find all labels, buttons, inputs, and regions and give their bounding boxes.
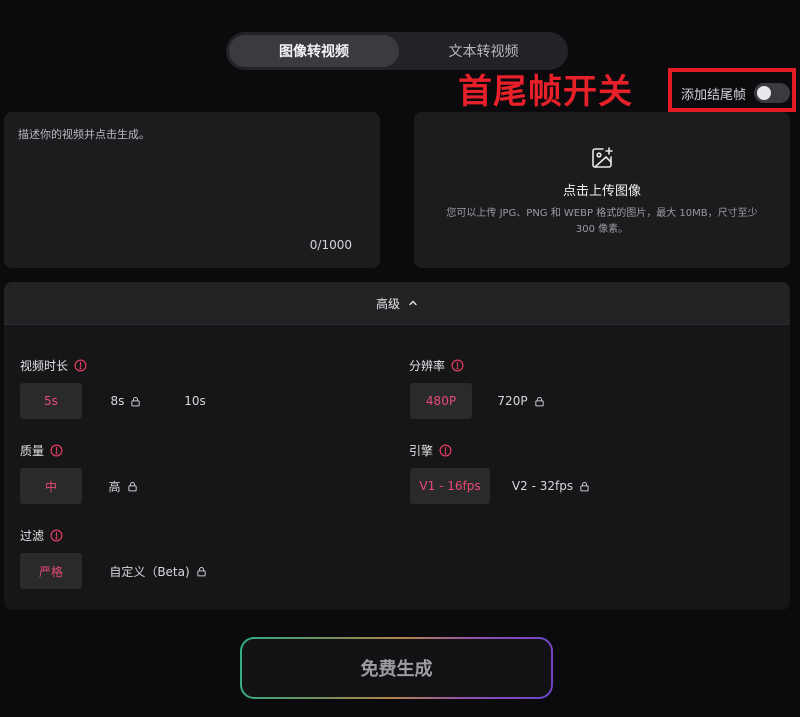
option-label: 8s [110,394,125,408]
option-filter-custom[interactable]: 自定义（Beta) [98,553,218,589]
annotation-text: 首尾帧开关 [458,72,633,112]
upload-title: 点击上传图像 [562,184,641,199]
info-icon[interactable] [50,444,63,457]
duration-section: 视频时长 [20,357,87,374]
info-icon[interactable] [74,359,87,372]
char-counter: 0/1000 [309,238,352,252]
advanced-panel: 视频时长 5s 8s 10s 分辨率 480P 720P 质量 中 高 引擎 V… [4,324,790,610]
option-label: 720P [497,394,528,408]
option-engine-v2[interactable]: V2 - 32fps [506,468,596,504]
option-label: 5s [44,394,58,408]
info-icon[interactable] [439,444,452,457]
engine-label: 引擎 [409,444,434,458]
option-resolution-480p[interactable]: 480P [410,383,472,419]
option-duration-5s[interactable]: 5s [20,383,82,419]
chevron-up-icon [409,300,417,306]
tab-image-to-video[interactable]: 图像转视频 [229,35,399,67]
advanced-toggle[interactable]: 高级 [4,282,790,324]
quality-label: 质量 [20,444,45,458]
option-duration-8s[interactable]: 8s [98,383,154,419]
option-label: 480P [425,394,457,408]
lock-icon [131,396,141,406]
lock-icon [197,566,206,576]
engine-section: 引擎 [409,442,452,459]
option-label: 中 [44,479,57,494]
filter-section: 过滤 [20,527,63,544]
end-frame-label: 添加结尾帧 [681,88,747,103]
option-engine-v1[interactable]: V1 - 16fps [410,468,490,504]
generate-button[interactable]: 免费生成 [240,637,553,699]
lock-icon [534,396,544,406]
option-duration-10s[interactable]: 10s [170,383,220,419]
lock-icon [127,481,137,491]
advanced-title: 高级 [375,296,400,311]
upload-card[interactable]: 点击上传图像 您可以上传 JPG、PNG 和 WEBP 格式的图片，最大 10M… [414,112,790,268]
info-icon[interactable] [50,529,63,542]
quality-section: 质量 [20,442,63,459]
prompt-card: 0/1000 [4,112,380,268]
option-quality-medium[interactable]: 中 [20,468,82,504]
option-label: V1 - 16fps [419,479,481,493]
toggle-knob [757,86,771,100]
resolution-section: 分辨率 [409,357,464,374]
option-resolution-720p[interactable]: 720P [488,383,554,419]
option-label: V2 - 32fps [511,479,574,493]
option-quality-high[interactable]: 高 [98,468,148,504]
option-filter-strict[interactable]: 严格 [20,553,82,589]
duration-label: 视频时长 [20,359,69,373]
prompt-input[interactable] [18,126,366,236]
image-plus-icon [592,147,613,168]
info-icon[interactable] [451,359,464,372]
resolution-label: 分辨率 [409,359,446,373]
tab-text-to-video[interactable]: 文本转视频 [402,35,565,67]
option-label: 10s [184,394,206,408]
filter-label: 过滤 [20,529,45,543]
lock-icon [580,481,589,491]
option-label: 高 [108,479,121,494]
end-frame-toggle[interactable] [754,83,790,103]
upload-hint: 您可以上传 JPG、PNG 和 WEBP 格式的图片，最大 10MB，尺寸至少 … [446,208,758,235]
option-label: 严格 [38,564,63,579]
generate-button-label: 免费生成 [242,639,551,697]
option-label: 自定义（Beta) [109,564,190,579]
